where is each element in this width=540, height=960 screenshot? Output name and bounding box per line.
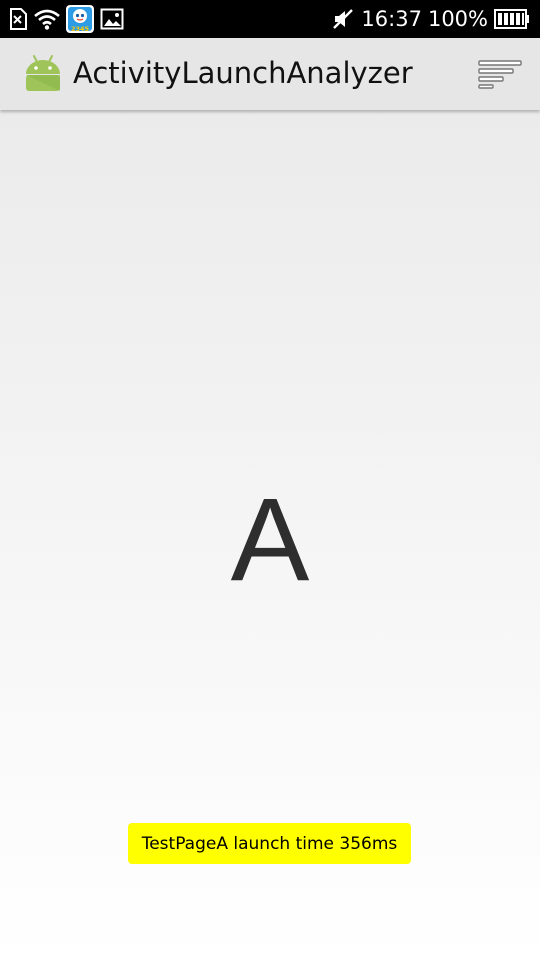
status-time: 16:37 [361, 7, 422, 31]
launch-time-toast: TestPageA launch time 356ms [128, 823, 411, 864]
status-bar: 2345 16:37 100% [0, 0, 540, 38]
page-letter: A [230, 474, 310, 606]
screen: 2345 16:37 100% ActivityLaunchAnalyzer A… [0, 0, 540, 960]
battery-percent: 100% [427, 7, 488, 31]
battery-icon [494, 9, 530, 29]
android-icon [22, 52, 64, 94]
app-bar: ActivityLaunchAnalyzer [0, 38, 540, 110]
status-bar-right: 16:37 100% [331, 4, 530, 34]
sim-off-icon [8, 7, 28, 31]
app-notification-icon: 2345 [66, 5, 94, 33]
wifi-icon [34, 8, 60, 30]
overflow-menu-button[interactable] [476, 56, 524, 92]
app-title: ActivityLaunchAnalyzer [73, 56, 413, 90]
content-area: A TestPageA launch time 356ms [0, 110, 540, 960]
overflow-menu-icon [478, 59, 522, 89]
mute-icon [331, 7, 355, 31]
svg-text:2345: 2345 [71, 25, 90, 33]
image-notification-icon [100, 7, 124, 31]
status-bar-left: 2345 [8, 4, 124, 34]
